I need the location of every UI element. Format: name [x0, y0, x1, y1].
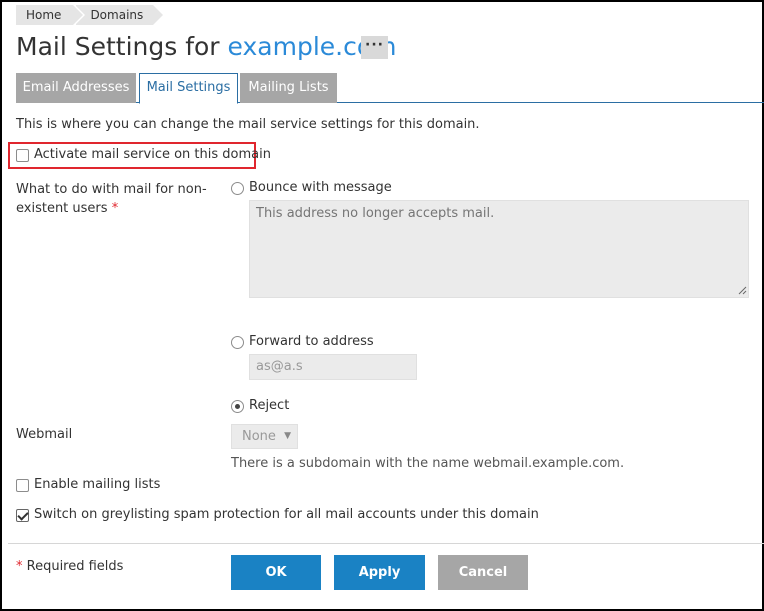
forward-radio[interactable] [231, 336, 244, 349]
reject-label[interactable]: Reject [249, 398, 289, 413]
webmail-hint: There is a subdomain with the name webma… [231, 456, 625, 471]
forward-label[interactable]: Forward to address [249, 334, 374, 349]
enable-mailing-lists-checkbox[interactable] [16, 479, 29, 492]
tab-mail-settings[interactable]: Mail Settings [139, 73, 238, 104]
more-actions-button[interactable]: ··· [361, 36, 388, 59]
greylisting-label[interactable]: Switch on greylisting spam protection fo… [34, 507, 539, 522]
activate-mail-label[interactable]: Activate mail service on this domain [34, 147, 271, 162]
cancel-button[interactable]: Cancel [438, 555, 528, 590]
webmail-label: Webmail [16, 427, 73, 442]
required-note-text: Required fields [22, 559, 124, 574]
ok-button[interactable]: OK [231, 555, 321, 590]
page-title: Mail Settings for example.com [16, 30, 397, 64]
breadcrumb-domains[interactable]: Domains [76, 5, 164, 25]
required-asterisk: * [111, 201, 119, 216]
webmail-selected-value: None [242, 429, 276, 444]
tab-bar: Email Addresses Mail Settings Mailing Li… [16, 73, 764, 104]
bounce-label[interactable]: Bounce with message [249, 180, 392, 195]
resize-grip-icon[interactable] [738, 286, 747, 295]
enable-mailing-lists-label[interactable]: Enable mailing lists [34, 477, 160, 492]
dropdown-arrow-icon: ▼ [284, 431, 291, 441]
webmail-select[interactable]: None ▼ [231, 424, 298, 449]
greylisting-checkbox[interactable] [16, 509, 29, 522]
forward-address-input[interactable]: as@a.s [249, 354, 417, 380]
nonexistent-users-label: What to do with mail for non-existent us… [16, 180, 216, 218]
bounce-message-textarea[interactable] [249, 200, 749, 298]
tab-email-addresses[interactable]: Email Addresses [16, 73, 136, 103]
required-fields-note: * Required fields [16, 559, 123, 574]
activate-mail-checkbox[interactable] [16, 149, 29, 162]
bounce-radio[interactable] [231, 182, 244, 195]
page-description: This is where you can change the mail se… [16, 117, 480, 132]
page-title-prefix: Mail Settings for [16, 32, 228, 61]
breadcrumb-home[interactable]: Home [16, 5, 86, 25]
reject-radio[interactable] [231, 400, 244, 413]
breadcrumb: Home Domains [16, 5, 164, 25]
form-divider [8, 543, 764, 544]
apply-button[interactable]: Apply [334, 555, 425, 590]
tab-mailing-lists[interactable]: Mailing Lists [240, 73, 337, 103]
